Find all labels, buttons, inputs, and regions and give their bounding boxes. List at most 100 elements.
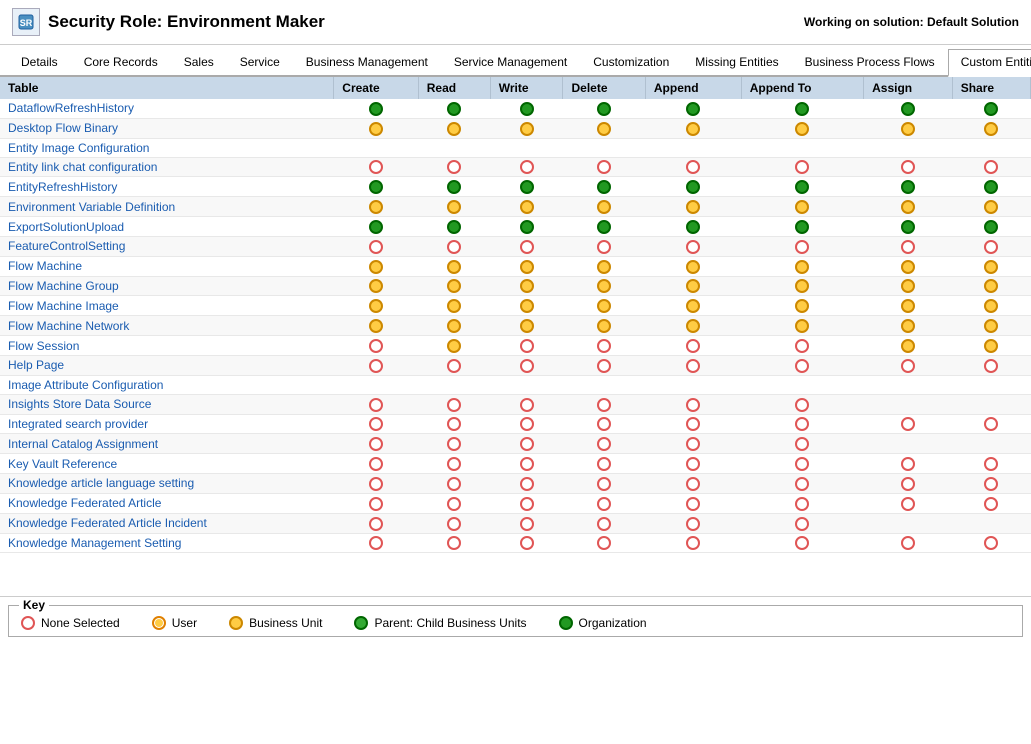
tab-missing-entities[interactable]: Missing Entities [682,49,791,75]
perm-append[interactable] [645,513,741,533]
perm-create[interactable] [334,118,418,138]
perm-delete[interactable] [563,513,645,533]
perm-read[interactable] [418,375,490,394]
perm-assign[interactable] [864,375,953,394]
perm-assign[interactable] [864,256,953,276]
perm-appendTo[interactable] [741,414,863,434]
perm-share[interactable] [952,414,1030,434]
perm-assign[interactable] [864,474,953,494]
perm-assign[interactable] [864,99,953,118]
perm-appendTo[interactable] [741,197,863,217]
perm-assign[interactable] [864,355,953,375]
perm-read[interactable] [418,256,490,276]
perm-delete[interactable] [563,296,645,316]
perm-read[interactable] [418,99,490,118]
perm-delete[interactable] [563,256,645,276]
perm-assign[interactable] [864,217,953,237]
perm-write[interactable] [490,157,563,177]
perm-write[interactable] [490,138,563,157]
perm-write[interactable] [490,336,563,356]
perm-write[interactable] [490,99,563,118]
perm-create[interactable] [334,394,418,414]
perm-delete[interactable] [563,157,645,177]
perm-read[interactable] [418,276,490,296]
perm-append[interactable] [645,434,741,454]
perm-append[interactable] [645,256,741,276]
perm-append[interactable] [645,474,741,494]
perm-delete[interactable] [563,138,645,157]
perm-delete[interactable] [563,375,645,394]
perm-appendTo[interactable] [741,157,863,177]
perm-create[interactable] [334,336,418,356]
perm-append[interactable] [645,217,741,237]
perm-create[interactable] [334,355,418,375]
perm-create[interactable] [334,474,418,494]
perm-append[interactable] [645,177,741,197]
perm-write[interactable] [490,394,563,414]
perm-read[interactable] [418,355,490,375]
perm-share[interactable] [952,118,1030,138]
perm-share[interactable] [952,474,1030,494]
perm-delete[interactable] [563,118,645,138]
perm-append[interactable] [645,316,741,336]
perm-share[interactable] [952,276,1030,296]
perm-delete[interactable] [563,474,645,494]
perm-assign[interactable] [864,296,953,316]
perm-append[interactable] [645,414,741,434]
perm-delete[interactable] [563,276,645,296]
tab-custom-entities[interactable]: Custom Entities [948,49,1031,77]
perm-delete[interactable] [563,394,645,414]
perm-share[interactable] [952,493,1030,513]
perm-write[interactable] [490,434,563,454]
perm-append[interactable] [645,296,741,316]
tab-service[interactable]: Service [227,49,293,75]
perm-write[interactable] [490,355,563,375]
perm-appendTo[interactable] [741,336,863,356]
perm-read[interactable] [418,157,490,177]
perm-delete[interactable] [563,177,645,197]
perm-read[interactable] [418,118,490,138]
perm-share[interactable] [952,434,1030,454]
perm-append[interactable] [645,355,741,375]
perm-read[interactable] [418,217,490,237]
perm-share[interactable] [952,375,1030,394]
perm-read[interactable] [418,138,490,157]
perm-create[interactable] [334,414,418,434]
permissions-table-container[interactable]: TableCreateReadWriteDeleteAppendAppend T… [0,77,1031,597]
perm-read[interactable] [418,513,490,533]
perm-read[interactable] [418,434,490,454]
perm-create[interactable] [334,177,418,197]
perm-share[interactable] [952,533,1030,553]
perm-write[interactable] [490,474,563,494]
perm-read[interactable] [418,493,490,513]
perm-appendTo[interactable] [741,236,863,256]
perm-appendTo[interactable] [741,434,863,454]
perm-create[interactable] [334,533,418,553]
perm-read[interactable] [418,336,490,356]
perm-read[interactable] [418,474,490,494]
perm-read[interactable] [418,533,490,553]
perm-write[interactable] [490,118,563,138]
tab-details[interactable]: Details [8,49,71,75]
perm-assign[interactable] [864,434,953,454]
perm-create[interactable] [334,157,418,177]
perm-write[interactable] [490,493,563,513]
perm-write[interactable] [490,414,563,434]
perm-read[interactable] [418,454,490,474]
perm-write[interactable] [490,276,563,296]
perm-create[interactable] [334,493,418,513]
perm-write[interactable] [490,513,563,533]
perm-append[interactable] [645,197,741,217]
perm-create[interactable] [334,138,418,157]
perm-create[interactable] [334,316,418,336]
perm-append[interactable] [645,336,741,356]
perm-read[interactable] [418,197,490,217]
perm-delete[interactable] [563,99,645,118]
perm-append[interactable] [645,394,741,414]
perm-write[interactable] [490,533,563,553]
perm-appendTo[interactable] [741,99,863,118]
perm-create[interactable] [334,256,418,276]
perm-create[interactable] [334,513,418,533]
perm-assign[interactable] [864,177,953,197]
perm-share[interactable] [952,296,1030,316]
